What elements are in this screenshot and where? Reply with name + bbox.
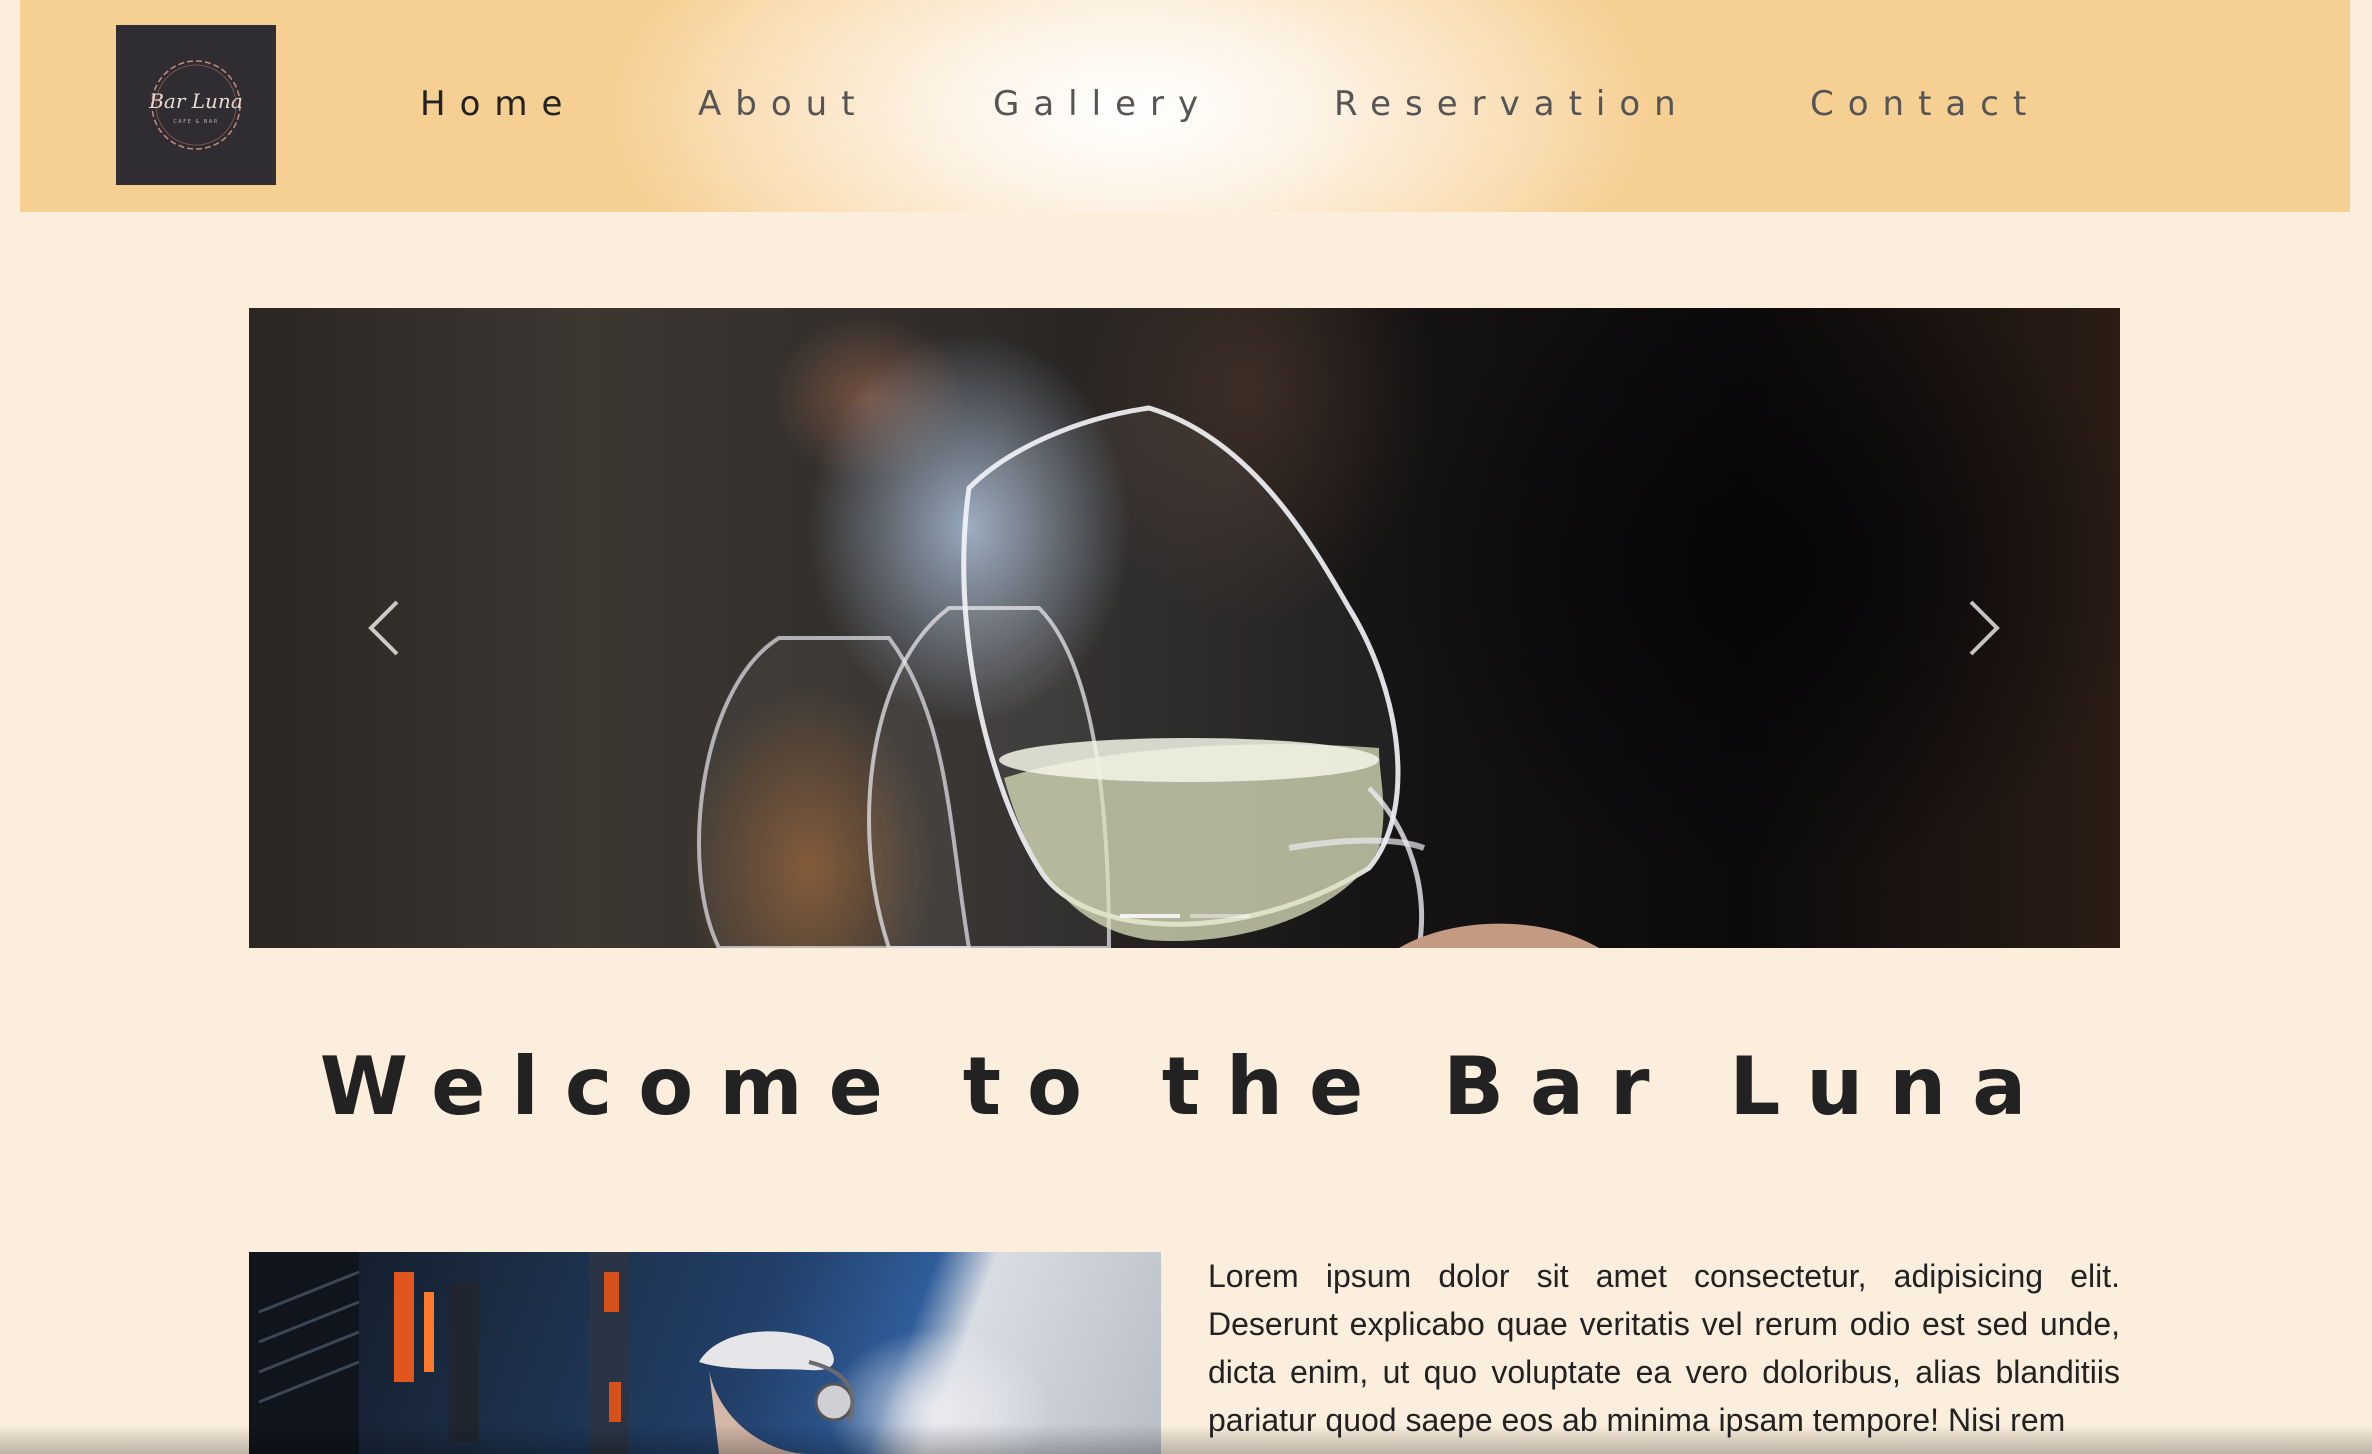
logo-mark-icon: Bar Luna CAFE & BAR <box>148 60 243 150</box>
welcome-heading: Welcome to the Bar Luna <box>319 1040 2053 1133</box>
nav-contact[interactable]: Contact <box>1810 84 2040 124</box>
chevron-right-icon <box>1969 600 2000 656</box>
page: Bar Luna CAFE & BAR Home About Gallery R… <box>0 0 2372 1454</box>
intro-paragraph: Lorem ipsum dolor sit amet consectetur, … <box>1208 1258 2120 1438</box>
chevron-left-icon <box>368 600 399 656</box>
hero-carousel <box>249 308 2120 948</box>
logo-subtext: CAFE & BAR <box>173 119 218 125</box>
nav-reservation[interactable]: Reservation <box>1334 84 1690 124</box>
carousel-indicator-1[interactable] <box>1119 914 1180 918</box>
navbar: Bar Luna CAFE & BAR Home About Gallery R… <box>20 0 2350 212</box>
dj-image <box>249 1252 1161 1454</box>
carousel-indicator-2[interactable] <box>1189 914 1250 918</box>
carousel-prev-button[interactable] <box>359 596 419 660</box>
wine-glasses-illustration <box>697 405 1599 948</box>
nav-home[interactable]: Home <box>420 84 576 124</box>
logo-text: Bar Luna <box>148 89 243 113</box>
dj-illustration <box>249 1252 855 1454</box>
carousel-next-button[interactable] <box>1949 596 2009 660</box>
nav-about[interactable]: About <box>698 84 869 124</box>
logo[interactable]: Bar Luna CAFE & BAR <box>116 25 276 185</box>
nav-gallery[interactable]: Gallery <box>993 84 1212 124</box>
carousel-indicators <box>249 914 2120 918</box>
